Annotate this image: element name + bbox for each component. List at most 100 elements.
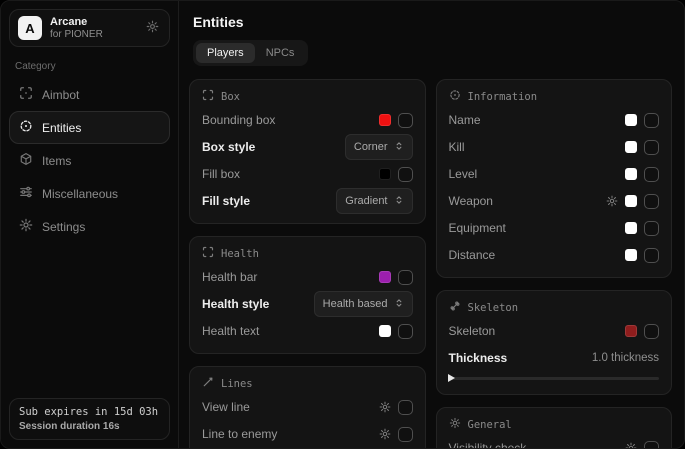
dropdown-value: Corner [354,141,388,153]
panel-box: Box Bounding box Box style Corne [189,79,426,224]
panel-lines: Lines View line [189,366,426,448]
fill-style-dropdown[interactable]: Gradient [336,188,412,214]
setting-row-thickness: Thickness 1.0 thickness [449,347,660,369]
bone-icon [449,300,461,315]
color-swatch[interactable] [625,168,637,180]
radar-icon [449,89,461,104]
sidebar-item-entities[interactable]: Entities [9,111,170,144]
sidebar-item-settings[interactable]: Settings [9,210,170,243]
setting-label: Bounding box [202,113,379,127]
setting-label: Line to enemy [202,427,379,441]
panel-title: Information [468,91,538,103]
category-label: Category [15,61,164,72]
chevron-updown-icon [394,295,404,313]
sidebar-item-items[interactable]: Items [9,144,170,177]
dropdown-value: Health based [323,298,388,310]
dropdown-value: Gradient [345,195,387,207]
box-style-dropdown[interactable]: Corner [345,134,413,160]
app-name: Arcane [50,16,136,29]
gear-icon[interactable] [625,442,637,448]
app-window: A Arcane for PIONER Category [0,0,685,449]
cube-icon [19,152,33,169]
color-swatch[interactable] [625,114,637,126]
bounding-box-checkbox[interactable] [398,113,413,128]
setting-label: View line [202,400,379,414]
setting-row-health-text: Health text [202,320,413,342]
health-text-checkbox[interactable] [398,324,413,339]
session-duration-text: Session duration 16s [19,421,160,432]
setting-row-health-style: Health style Health based [202,293,413,315]
app-logo: A [18,16,42,40]
color-swatch[interactable] [379,114,391,126]
color-swatch[interactable] [625,195,637,207]
health-bar-checkbox[interactable] [398,270,413,285]
chevron-updown-icon [394,192,404,210]
color-swatch[interactable] [379,168,391,180]
setting-row-health-bar: Health bar [202,266,413,288]
gear-icon[interactable] [379,401,391,413]
brand-settings-button[interactable] [144,18,161,38]
color-swatch[interactable] [625,325,637,337]
diagonal-line-icon [202,376,214,391]
name-checkbox[interactable] [644,113,659,128]
panel-information: Information Name Kill [436,79,673,278]
gear-icon [19,218,33,235]
gear-icon[interactable] [379,428,391,440]
color-swatch[interactable] [625,249,637,261]
color-swatch[interactable] [625,141,637,153]
weapon-checkbox[interactable] [644,194,659,209]
setting-label: Thickness [449,351,592,365]
level-checkbox[interactable] [644,167,659,182]
sidebar-item-label: Miscellaneous [42,187,118,201]
setting-row-name: Name [449,109,660,131]
setting-row-box-style: Box style Corner [202,136,413,158]
panel-title: Health [221,248,259,260]
sun-icon [449,417,461,432]
setting-row-visibility-check: Visibility check [449,437,660,448]
setting-row-equipment: Equipment [449,217,660,239]
setting-label: Box style [202,140,345,154]
line-to-enemy-checkbox[interactable] [398,427,413,442]
slider-thumb[interactable] [448,374,455,382]
visibility-check-checkbox[interactable] [644,441,659,449]
health-style-dropdown[interactable]: Health based [314,291,413,317]
sidebar-nav: Aimbot Entities Items [9,78,170,243]
sub-expiry-text: Sub expires in 15d 03h [19,406,160,418]
tab-npcs[interactable]: NPCs [255,43,306,63]
sidebar-item-aimbot[interactable]: Aimbot [9,78,170,111]
setting-label: Skeleton [449,324,626,338]
setting-row-skeleton: Skeleton [449,320,660,342]
sidebar-item-label: Aimbot [42,88,79,102]
color-swatch[interactable] [625,222,637,234]
brand-card: A Arcane for PIONER [9,9,170,47]
panel-title: Box [221,91,240,103]
app-subtitle: for PIONER [50,29,136,41]
color-swatch[interactable] [379,325,391,337]
sidebar-item-miscellaneous[interactable]: Miscellaneous [9,177,170,210]
panel-general: General Visibility check [436,407,673,448]
view-line-checkbox[interactable] [398,400,413,415]
distance-checkbox[interactable] [644,248,659,263]
thickness-value: 1.0 thickness [592,352,659,364]
box-corners-icon [202,89,214,104]
gear-icon [146,20,159,36]
thickness-slider[interactable] [449,373,660,383]
fill-box-checkbox[interactable] [398,167,413,182]
panel-skeleton: Skeleton Skeleton Thickness 1.0 thicknes… [436,290,673,395]
radar-icon [19,119,33,136]
skeleton-checkbox[interactable] [644,324,659,339]
setting-row-bounding-box: Bounding box [202,109,413,131]
tab-players[interactable]: Players [196,43,255,63]
equipment-checkbox[interactable] [644,221,659,236]
kill-checkbox[interactable] [644,140,659,155]
chevron-updown-icon [394,138,404,156]
gear-icon[interactable] [606,195,618,207]
sliders-icon [19,185,33,202]
setting-label: Fill style [202,194,336,208]
setting-row-fill-style: Fill style Gradient [202,190,413,212]
color-swatch[interactable] [379,271,391,283]
box-corners-icon [202,246,214,261]
setting-row-kill: Kill [449,136,660,158]
panel-title: Lines [221,378,253,390]
sidebar-item-label: Items [42,154,71,168]
